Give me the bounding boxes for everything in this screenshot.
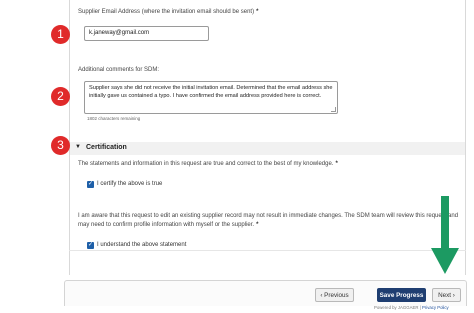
certification-title: Certification	[86, 144, 127, 151]
step-badge-1: 1	[51, 25, 70, 44]
email-label-text: Supplier Email Address (where the invita…	[78, 9, 255, 15]
powered-by: Powered by JAGGAER | Privacy Policy	[374, 305, 449, 310]
comments-label: Additional comments for SDM:	[78, 67, 160, 73]
step-badge-2: 2	[51, 87, 70, 106]
arrow-down-icon	[441, 196, 449, 250]
privacy-policy-link[interactable]: Privacy Policy	[422, 305, 449, 310]
email-label: Supplier Email Address (where the invita…	[78, 9, 258, 15]
statement-2-text: may need to confirm profile information …	[78, 222, 255, 228]
required-mark: *	[256, 9, 259, 15]
resize-grip-icon[interactable]	[331, 107, 336, 112]
certification-header[interactable]	[70, 142, 465, 155]
comments-text: Supplier says she did not receive the in…	[89, 85, 333, 99]
section-divider	[69, 250, 466, 251]
statement-1-text: The statements and information in this r…	[78, 161, 334, 167]
arrow-head-icon	[431, 248, 459, 274]
next-button[interactable]: Next ›	[432, 288, 461, 302]
comments-textarea[interactable]: Supplier says she did not receive the in…	[84, 81, 338, 114]
required-mark: *	[256, 222, 259, 228]
save-progress-button[interactable]: Save Progress	[377, 288, 426, 302]
required-mark: *	[335, 161, 338, 167]
certification-statement-2-line2: may need to confirm profile information …	[78, 221, 258, 230]
panel-left-border	[69, 0, 70, 275]
certify-checkbox-label: I certify the above is true	[97, 181, 163, 187]
email-field[interactable]: k.janeway@gmail.com	[84, 26, 209, 41]
panel-right-border	[465, 0, 466, 275]
char-counter: 1802 characters remaining	[87, 116, 141, 121]
chevron-down-icon[interactable]: ▼	[75, 144, 81, 150]
understand-checkbox-label: I understand the above statement	[97, 242, 187, 248]
powered-by-text: Powered by JAGGAER |	[374, 305, 421, 310]
understand-checkbox[interactable]: ✓	[87, 242, 94, 249]
certification-statement-2: I am aware that this request to edit an …	[78, 213, 459, 219]
previous-button[interactable]: ‹ Previous	[315, 288, 354, 302]
certification-statement-1: The statements and information in this r…	[78, 160, 338, 169]
certify-checkbox[interactable]: ✓	[87, 181, 94, 188]
step-badge-3: 3	[51, 136, 70, 155]
